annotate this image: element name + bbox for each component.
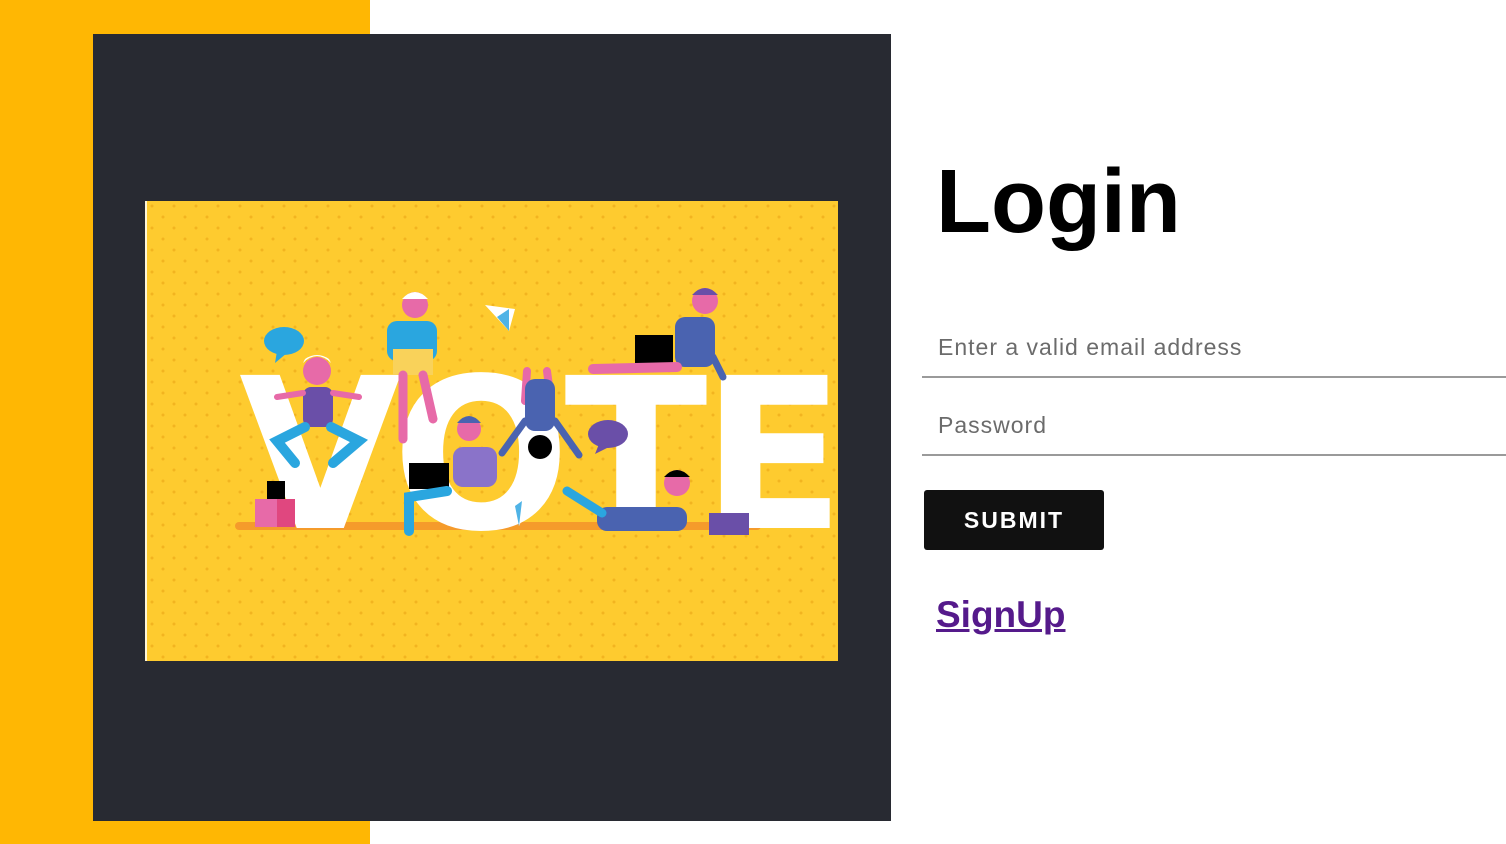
page-title: Login [936, 152, 1181, 252]
speech-bubble-icon [588, 420, 628, 448]
vote-illustration: VOTE [145, 201, 838, 661]
block-icon [267, 481, 285, 499]
speech-bubble-icon [264, 327, 304, 355]
password-field[interactable] [922, 396, 1506, 456]
submit-button[interactable]: SUBMIT [924, 490, 1104, 550]
signup-link[interactable]: SignUp [936, 594, 1065, 636]
email-field[interactable] [922, 318, 1506, 378]
